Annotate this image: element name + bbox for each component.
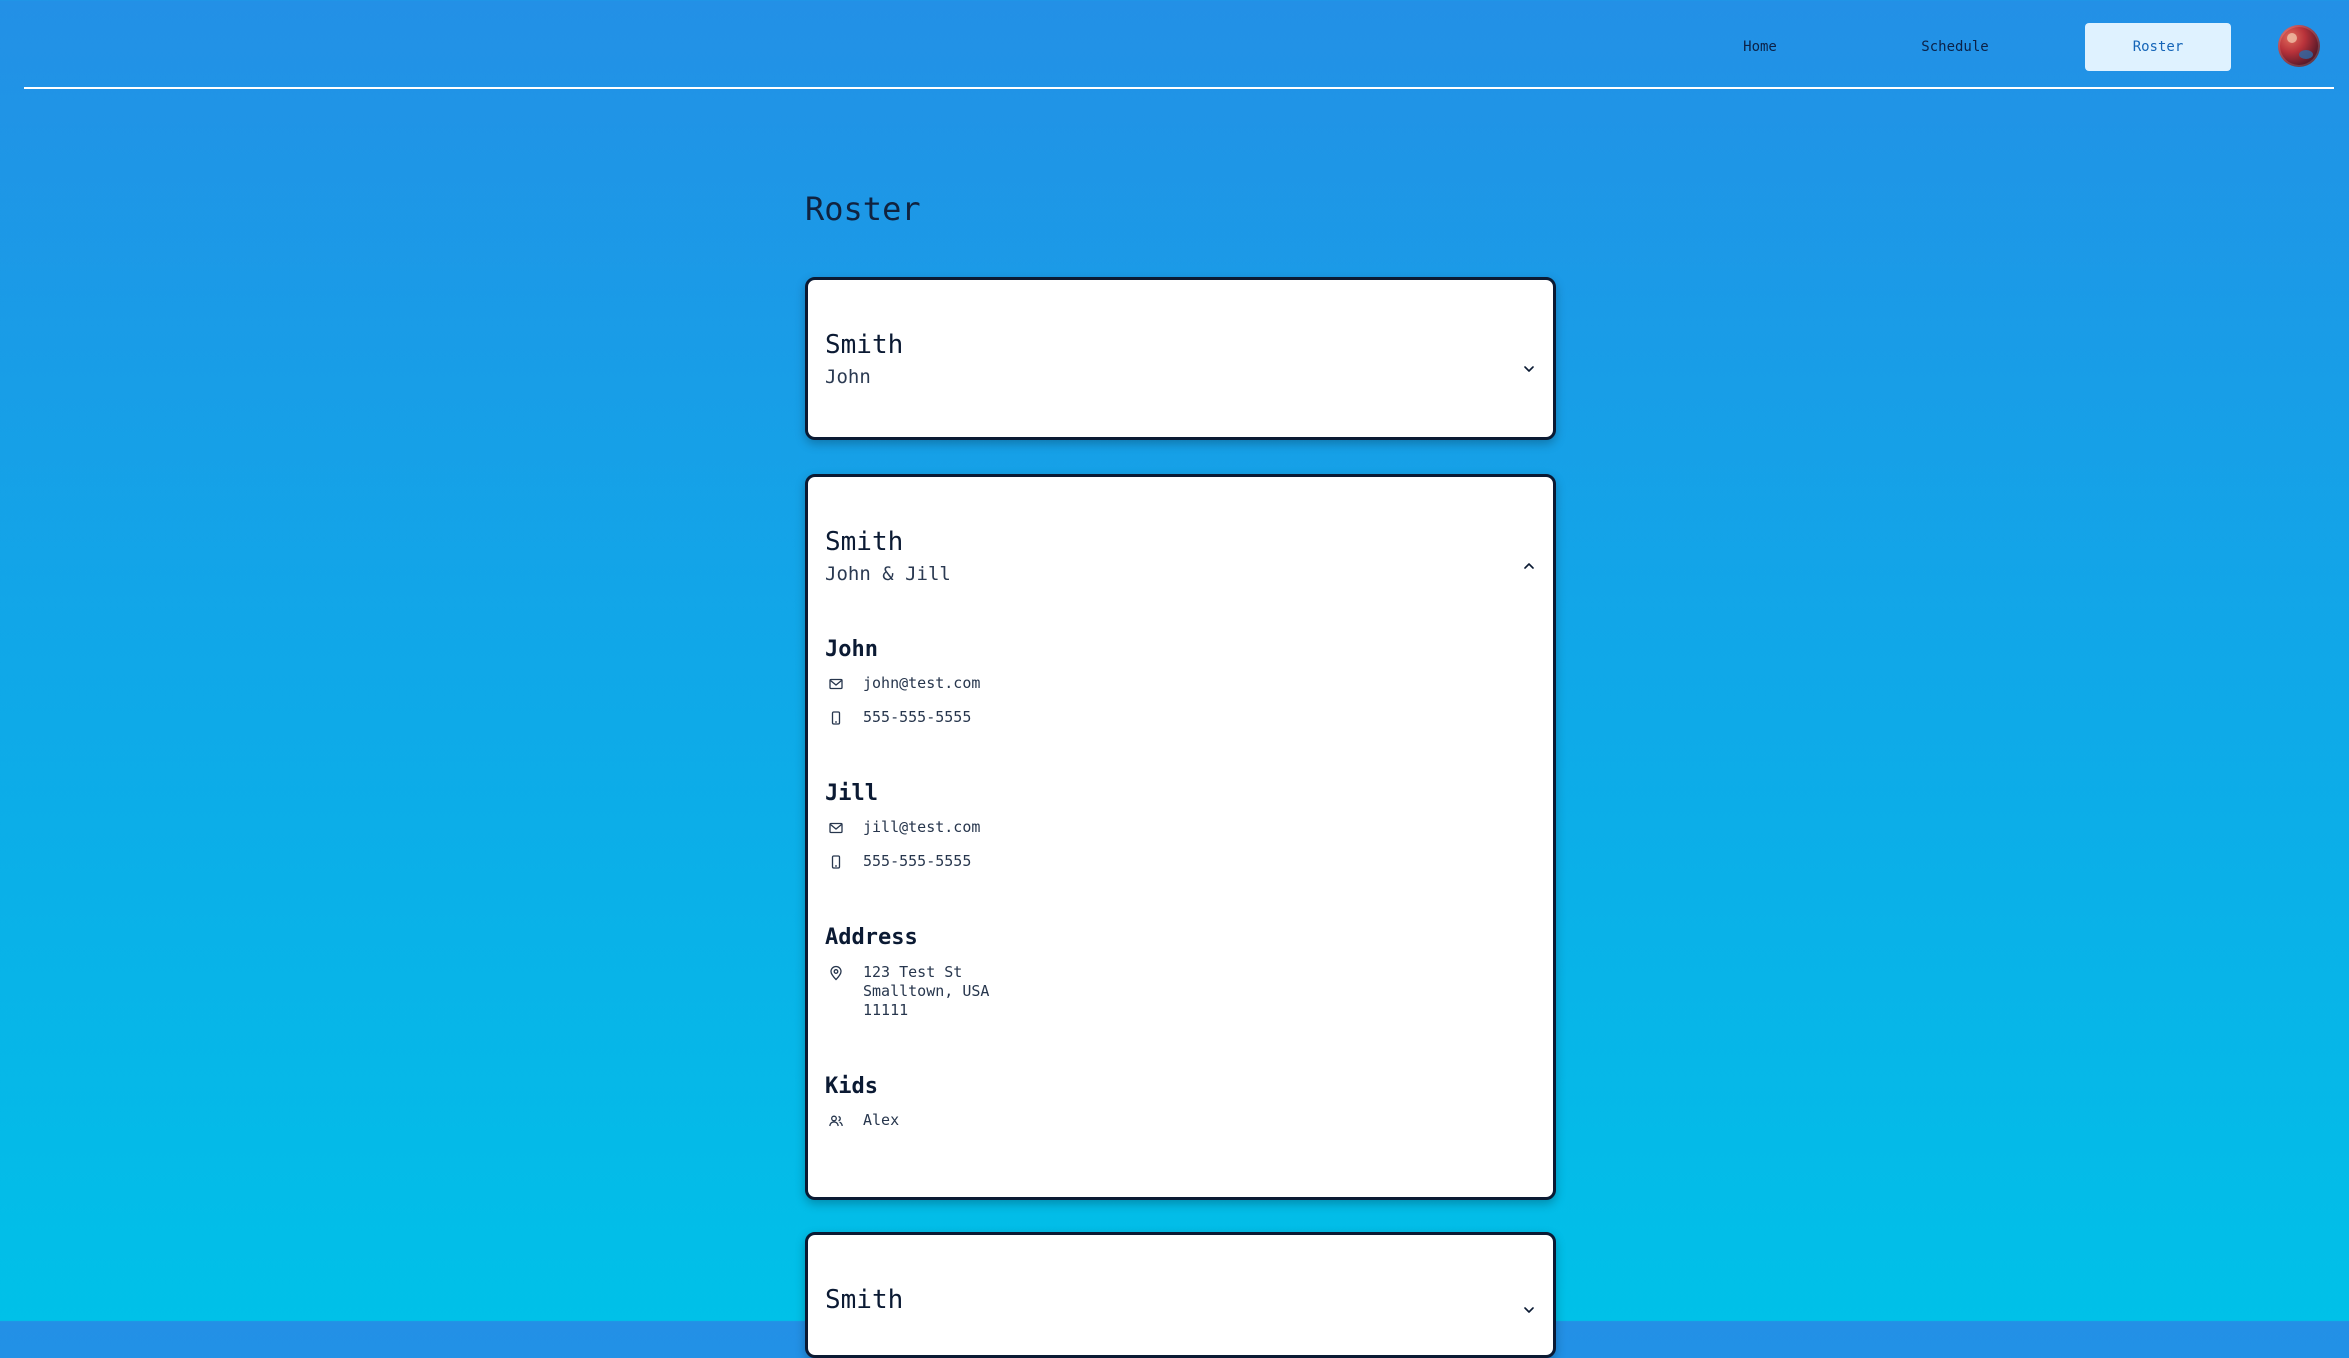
- nav-home-link[interactable]: Home: [1687, 23, 1833, 71]
- family-card-expanded: Smith John & Jill John john@test.com 555…: [805, 474, 1556, 1200]
- people-icon: [829, 1115, 843, 1127]
- kids-heading: Kids: [825, 1074, 878, 1099]
- family-surname: Smith: [825, 527, 904, 557]
- mail-icon: [829, 678, 843, 690]
- family-card-header[interactable]: Smith: [825, 1285, 1553, 1355]
- family-card-header[interactable]: Smith John & Jill: [825, 527, 1553, 597]
- location-pin-icon: [830, 965, 842, 981]
- person-name: John: [825, 637, 878, 662]
- phone-icon: [831, 855, 841, 869]
- family-surname: Smith: [825, 330, 904, 360]
- email-address[interactable]: jill@test.com: [863, 818, 980, 837]
- address-line: 11111: [863, 1001, 909, 1019]
- chevron-up-icon[interactable]: [1521, 558, 1537, 574]
- nav-roster-link[interactable]: Roster: [2085, 23, 2231, 71]
- address-heading: Address: [825, 925, 918, 950]
- top-navigation-bar: Home Schedule Roster: [0, 0, 2349, 88]
- chevron-down-icon[interactable]: [1521, 361, 1537, 377]
- phone-number[interactable]: 555-555-5555: [863, 852, 971, 871]
- family-card: Smith John: [805, 277, 1556, 440]
- person-name: Jill: [825, 781, 878, 806]
- email-address[interactable]: john@test.com: [863, 674, 980, 693]
- family-card: Smith: [805, 1232, 1556, 1358]
- header-divider: [24, 87, 2334, 89]
- page-title: Roster: [805, 190, 921, 228]
- phone-number[interactable]: 555-555-5555: [863, 708, 971, 727]
- address-line: Smalltown, USA: [863, 982, 990, 1000]
- family-members: John & Jill: [825, 563, 951, 585]
- family-card-header[interactable]: Smith John: [825, 330, 1553, 400]
- address-text: 123 Test St Smalltown, USA 11111: [863, 963, 989, 1020]
- family-members: John: [825, 366, 871, 388]
- phone-icon: [831, 711, 841, 725]
- user-avatar[interactable]: [2278, 25, 2320, 67]
- nav-schedule-link[interactable]: Schedule: [1882, 23, 2028, 71]
- mail-icon: [829, 822, 843, 834]
- address-line: 123 Test St: [863, 963, 963, 981]
- family-surname: Smith: [825, 1285, 904, 1315]
- kid-name: Alex: [863, 1111, 900, 1129]
- chevron-down-icon[interactable]: [1521, 1302, 1537, 1318]
